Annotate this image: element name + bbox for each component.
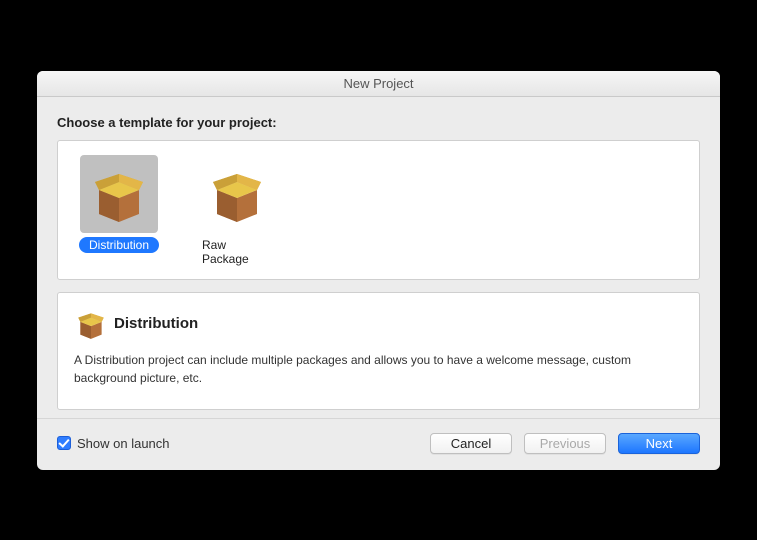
- template-item-raw-package[interactable]: Raw Package: [192, 155, 282, 267]
- new-project-window: New Project Choose a template for your p…: [37, 71, 720, 470]
- package-box-icon: [198, 155, 276, 233]
- template-label: Raw Package: [192, 237, 282, 267]
- bottom-bar: Show on launch Cancel Previous Next: [37, 418, 720, 470]
- show-on-launch-checkbox[interactable]: Show on launch: [57, 436, 170, 451]
- next-button[interactable]: Next: [618, 433, 700, 454]
- button-row: Cancel Previous Next: [430, 433, 700, 454]
- template-label: Distribution: [79, 237, 159, 253]
- template-list-panel: Distribution Raw Package: [57, 140, 700, 280]
- cancel-button[interactable]: Cancel: [430, 433, 512, 454]
- description-panel: Distribution A Distribution project can …: [57, 292, 700, 410]
- window-title: New Project: [343, 76, 413, 91]
- checkbox-checked-icon: [57, 436, 71, 450]
- template-item-distribution[interactable]: Distribution: [74, 155, 164, 267]
- description-text: A Distribution project can include multi…: [74, 351, 683, 387]
- section-heading: Choose a template for your project:: [57, 115, 700, 130]
- content-area: Choose a template for your project: Dist…: [37, 97, 720, 418]
- description-header: Distribution: [74, 307, 683, 341]
- previous-button: Previous: [524, 433, 606, 454]
- show-on-launch-label: Show on launch: [77, 436, 170, 451]
- title-bar[interactable]: New Project: [37, 71, 720, 97]
- package-box-icon: [80, 155, 158, 233]
- description-title: Distribution: [114, 315, 198, 332]
- package-box-icon: [74, 307, 108, 341]
